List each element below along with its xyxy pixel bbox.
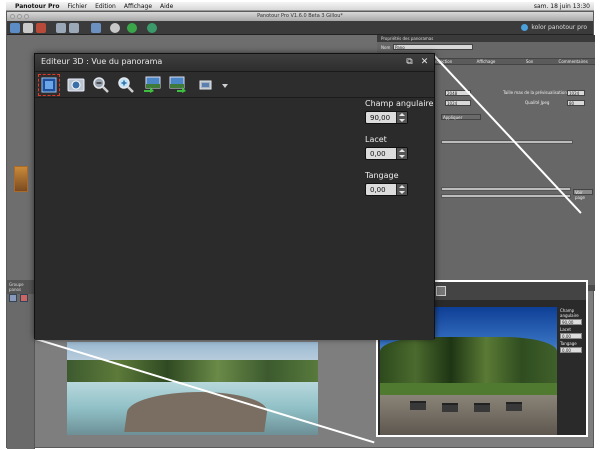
view-page-button[interactable]: Voir page xyxy=(573,189,593,200)
stepper-up-icon[interactable] xyxy=(399,149,405,152)
height-field[interactable]: 1024 xyxy=(445,100,471,106)
help-icon[interactable] xyxy=(147,23,157,33)
window-controls xyxy=(10,14,31,19)
stepper-down-icon[interactable] xyxy=(399,119,405,122)
close-icon[interactable]: ✕ xyxy=(419,57,430,68)
camera-settings-icon[interactable] xyxy=(67,76,85,94)
fov-stepper[interactable]: 90,00 xyxy=(365,111,408,124)
main-window-title: Panotour Pro V1.6.0 Beta 3 Gillou* xyxy=(257,13,343,19)
preview-size-field[interactable]: 1024 xyxy=(567,90,585,96)
preview-slider-1[interactable] xyxy=(441,187,571,191)
save-icon[interactable] xyxy=(23,23,33,33)
brand-logo: kolor panotour pro xyxy=(521,24,587,31)
preview-deck xyxy=(380,395,557,435)
jpeg-quality-label: Qualité Jpeg xyxy=(525,100,550,105)
menu-app-name[interactable]: Panotour Pro xyxy=(15,2,59,11)
chevron-down-icon[interactable] xyxy=(216,76,228,94)
preview-yaw-label: Lacet xyxy=(560,327,571,332)
redo-icon[interactable] xyxy=(69,23,79,33)
equirectangular-panorama-strip xyxy=(67,342,318,435)
pitch-stepper-arrows[interactable] xyxy=(396,184,407,195)
system-menubar: Panotour Pro Fichier Edition Affichage A… xyxy=(6,2,594,11)
tab-son[interactable]: Son xyxy=(508,59,552,64)
preview-chair xyxy=(474,403,490,412)
menu-edition[interactable]: Edition xyxy=(95,2,116,11)
pano-deck xyxy=(124,392,270,432)
zoom-in-icon[interactable] xyxy=(117,76,135,94)
panorama-icon[interactable] xyxy=(91,23,101,33)
fov-value[interactable]: 90,00 xyxy=(370,113,390,124)
preview-chair xyxy=(442,403,458,412)
editor-title: Editeur 3D : Vue du panorama xyxy=(41,57,163,66)
float-window-icon[interactable]: ⧉ xyxy=(404,57,415,68)
pitch-value[interactable]: 0,00 xyxy=(370,185,386,196)
properties-header: Propriétés des panoramas xyxy=(377,35,595,42)
3d-editor-window: Editeur 3D : Vue du panorama ⧉ ✕ Champ a… xyxy=(34,53,435,340)
preview-fov-label: Champ angulaire xyxy=(560,308,579,318)
preview-trees xyxy=(380,337,557,385)
panorama-thumbnail[interactable] xyxy=(14,166,28,192)
preview-chair xyxy=(506,402,522,411)
undo-icon[interactable] xyxy=(56,23,66,33)
stepper-up-icon[interactable] xyxy=(399,185,405,188)
clock: sam. 18 juin 13:30 xyxy=(533,3,590,10)
select-view-icon[interactable] xyxy=(38,74,60,96)
zoom-out-icon[interactable] xyxy=(92,76,110,94)
group-remove-icon[interactable] xyxy=(20,294,28,302)
menu-fichier[interactable]: Fichier xyxy=(67,2,87,11)
kolor-logo-icon xyxy=(521,24,529,31)
yaw-value[interactable]: 0,00 xyxy=(370,149,386,160)
preview-slider-2[interactable] xyxy=(441,194,571,198)
close-window-icon[interactable] xyxy=(10,14,15,19)
import-icon[interactable] xyxy=(143,76,161,94)
yaw-stepper-arrows[interactable] xyxy=(396,148,407,159)
preview-fov-field[interactable]: 90,00 xyxy=(560,319,582,325)
editor-toolbar xyxy=(35,72,434,98)
zoom-window-icon[interactable] xyxy=(24,14,29,19)
group-add-icon[interactable] xyxy=(9,294,17,302)
new-project-icon[interactable] xyxy=(10,23,20,33)
fov-stepper-arrows[interactable] xyxy=(396,112,407,123)
stepper-up-icon[interactable] xyxy=(399,113,405,116)
screenshot-icon[interactable] xyxy=(198,76,216,94)
settings-slider[interactable] xyxy=(441,140,573,144)
panorama-group-title: Groupe panos xyxy=(7,280,34,294)
preview-yaw-field[interactable]: 0,00 xyxy=(560,333,582,339)
main-toolbar: kolor panotour pro xyxy=(7,21,593,35)
preview-controls: Champ angulaire 90,00 Lacet 0,00 Tangage… xyxy=(560,306,588,353)
stepper-down-icon[interactable] xyxy=(399,155,405,158)
panorama-group-panel: Groupe panos xyxy=(7,280,35,449)
preview-pitch-label: Tangage xyxy=(560,341,577,346)
minimize-window-icon[interactable] xyxy=(17,14,22,19)
preview-size-label: Taille max de la prévisualisation xyxy=(503,90,567,95)
remove-icon[interactable] xyxy=(36,23,46,33)
main-window-titlebar: Panotour Pro V1.6.0 Beta 3 Gillou* xyxy=(7,12,593,21)
pitch-label: Tangage xyxy=(365,171,399,180)
menu-aide[interactable]: Aide xyxy=(160,2,173,11)
stepper-down-icon[interactable] xyxy=(399,191,405,194)
fov-label: Champ angulaire xyxy=(365,99,434,108)
name-field[interactable]: Pano xyxy=(393,44,473,50)
settings-gear-icon[interactable] xyxy=(110,23,120,33)
yaw-stepper[interactable]: 0,00 xyxy=(365,147,408,160)
tab-affichage[interactable]: Affichage xyxy=(464,59,508,64)
preview-pitch-field[interactable]: 0,00 xyxy=(560,347,582,353)
preview-screenshot-icon[interactable] xyxy=(436,286,446,296)
play-icon[interactable] xyxy=(127,23,137,33)
name-label: Nom xyxy=(381,45,391,50)
apply-button[interactable]: Appliquer xyxy=(441,114,481,120)
tab-commentaires[interactable]: Commentaires xyxy=(551,59,595,64)
preview-chair xyxy=(410,401,426,410)
brand-text: kolor panotour pro xyxy=(531,24,587,31)
screenshot-frame: Panotour Pro Fichier Edition Affichage A… xyxy=(0,0,600,450)
view-controls: Champ angulaire 90,00 Lacet 0,00 Tangage… xyxy=(365,99,434,207)
yaw-label: Lacet xyxy=(365,135,387,144)
menu-affichage[interactable]: Affichage xyxy=(124,2,152,11)
pano-trees xyxy=(67,360,318,382)
jpeg-quality-field[interactable]: 80 xyxy=(567,100,585,106)
export-icon[interactable] xyxy=(169,76,187,94)
editor-window-buttons: ⧉ ✕ xyxy=(400,57,430,68)
pitch-stepper[interactable]: 0,00 xyxy=(365,183,408,196)
editor-titlebar[interactable]: Editeur 3D : Vue du panorama ⧉ ✕ xyxy=(35,54,434,72)
